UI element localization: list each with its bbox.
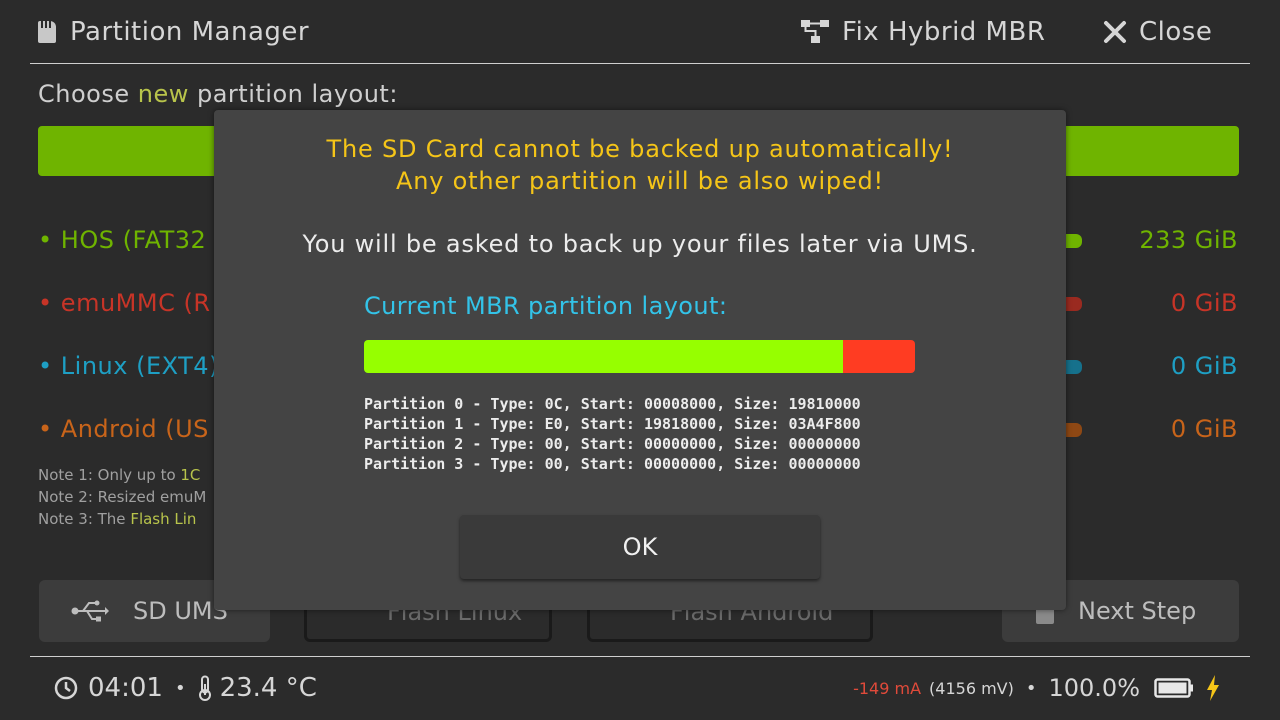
choose-layout-heading: Choose new partition layout: [38, 80, 398, 108]
temperature-value: 23.4 °C [219, 673, 317, 703]
mbr-layout-bar [364, 340, 915, 373]
ok-label: OK [622, 533, 658, 561]
status-left: 04:01 • 23.4 °C [54, 670, 317, 706]
next-step-label: Next Step [1078, 597, 1197, 625]
partition-line: Partition 0 - Type: 0C, Start: 00008000,… [364, 395, 861, 413]
linux-slider-handle[interactable] [1066, 360, 1082, 374]
partition-line: Partition 2 - Type: 00, Start: 00000000,… [364, 435, 861, 453]
mbr-segment-partition-1 [843, 340, 915, 373]
partition-size-emummc: 0 GiB [1170, 289, 1238, 317]
note-3: Note 3: The Flash Lin [38, 510, 197, 528]
warning-dialog: The SD Card cannot be backed up automati… [214, 110, 1066, 610]
footer-divider [30, 656, 1250, 657]
status-right: -149 mA (4156 mV) • 100.0% [853, 670, 1220, 706]
partition-table: Partition 0 - Type: 0C, Start: 00008000,… [364, 394, 861, 474]
android-slider-handle[interactable] [1066, 423, 1082, 437]
separator-dot: • [174, 677, 186, 699]
hos-slider-handle[interactable] [1066, 234, 1082, 248]
note-2: Note 2: Resized emuM [38, 488, 207, 506]
app-title-label: Partition Manager [70, 17, 310, 47]
close-button[interactable]: Close [1103, 14, 1212, 50]
hierarchy-icon [800, 19, 830, 45]
emummc-slider-handle[interactable] [1066, 297, 1082, 311]
battery-percent: 100.0% [1048, 674, 1140, 702]
clock-time: 04:01 [88, 673, 163, 703]
mbr-layout-title: Current MBR partition layout: [364, 292, 728, 320]
fix-hybrid-mbr-label: Fix Hybrid MBR [842, 17, 1046, 47]
thermometer-icon [198, 675, 212, 701]
app-title: Partition Manager [38, 14, 309, 50]
close-label: Close [1139, 17, 1213, 47]
usb-icon [71, 600, 109, 622]
backup-info-text: You will be asked to back up your files … [302, 230, 978, 258]
partition-line: Partition 1 - Type: E0, Start: 19818000,… [364, 415, 861, 433]
partition-row-hos: • HOS (FAT32 [38, 226, 207, 254]
mbr-segment-partition-0 [364, 340, 844, 373]
warning-line-2: Any other partition will be also wiped! [396, 167, 884, 195]
battery-current: -149 mA [853, 678, 922, 698]
warning-line-1: The SD Card cannot be backed up automati… [326, 135, 954, 163]
partition-size-linux: 0 GiB [1170, 352, 1238, 380]
partition-size-android: 0 GiB [1170, 415, 1238, 443]
note-1: Note 1: Only up to 1C [38, 466, 201, 484]
partition-row-emummc: • emuMMC (R [38, 289, 211, 317]
partition-row-linux: • Linux (EXT4) [38, 352, 219, 380]
charging-bolt-icon [1206, 675, 1220, 701]
partition-row-android: • Android (US [38, 415, 209, 443]
partition-line: Partition 3 - Type: 00, Start: 00000000,… [364, 455, 861, 473]
partition-size-hos: 233 GiB [1139, 226, 1238, 254]
sd-card-icon [38, 21, 56, 43]
ok-button[interactable]: OK [460, 515, 820, 579]
separator-dot: • [1025, 677, 1037, 699]
battery-icon [1154, 677, 1194, 699]
header-divider [30, 63, 1250, 64]
battery-voltage: (4156 mV) [929, 678, 1014, 698]
clock-icon [54, 676, 78, 700]
fix-hybrid-mbr-button[interactable]: Fix Hybrid MBR [800, 14, 1045, 50]
close-icon [1103, 20, 1127, 44]
